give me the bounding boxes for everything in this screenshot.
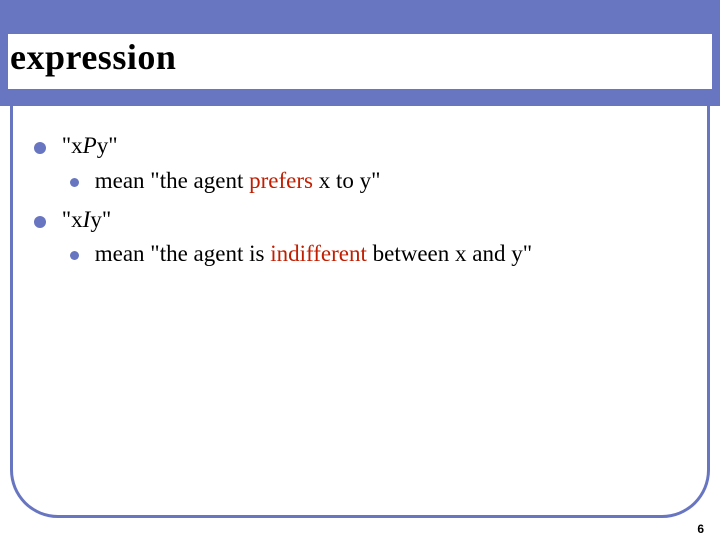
expr-2: "xIy" [62,207,111,232]
bullet-icon [70,251,79,260]
sub-bullet-1: mean "the agent prefers x to y" [70,167,696,196]
bullet-2: "xIy" [34,206,696,235]
sub-bullet-2: mean "the agent is indifferent between x… [70,240,696,269]
bullet-icon [70,178,79,187]
bullet-icon [34,216,46,228]
expr-1: "xPy" [62,133,118,158]
bullet-1: "xPy" [34,132,696,161]
bullet-icon [34,142,46,154]
definition-1: mean "the agent prefers x to y" [95,168,381,193]
slide-body: "xPy" mean "the agent prefers x to y" "x… [24,130,696,279]
definition-2: mean "the agent is indifferent between x… [95,241,532,266]
slide-title: expression [8,36,176,78]
page-number: 6 [697,522,704,536]
